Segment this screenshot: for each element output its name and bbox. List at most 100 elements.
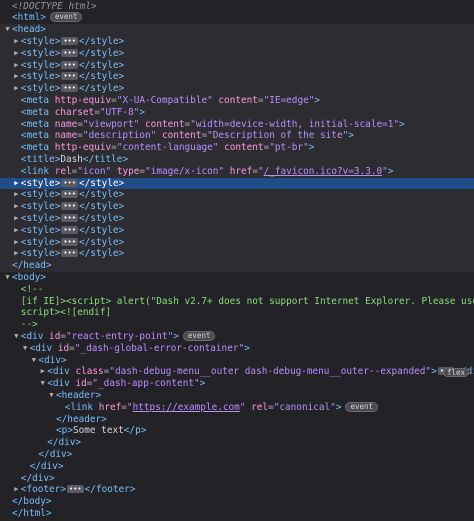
node-markup: <body> xyxy=(12,272,46,283)
node-markup: [if IE]><script> alert("Dash v2.7+ does … xyxy=(20,295,474,307)
markup-node[interactable]: ▼ <head> xyxy=(0,24,474,36)
markup-node[interactable]: [if IE]><script> alert("Dash v2.7+ does … xyxy=(0,296,474,308)
node-markup: <style> ••• </style> xyxy=(20,71,125,83)
markup-node[interactable]: <link href="https://example.com" rel="ca… xyxy=(0,401,474,414)
flex-badge[interactable]: flex xyxy=(443,368,470,378)
node-markup: <style> ••• </style> xyxy=(20,213,125,224)
node-markup: </head> xyxy=(12,260,52,272)
triangle-down-icon[interactable]: ▼ xyxy=(21,343,30,355)
markup-node[interactable]: ▶ <style> ••• </style> xyxy=(0,189,474,202)
markup-node[interactable]: </header> xyxy=(0,414,474,426)
node-markup: <head> xyxy=(12,24,46,36)
node-markup: <style> ••• </style> xyxy=(20,248,125,260)
triangle-right-icon[interactable]: ▶ xyxy=(12,237,21,249)
markup-node[interactable]: <title>Dash</title> xyxy=(0,154,474,166)
markup-node[interactable]: <meta name="viewport" content="width=dev… xyxy=(0,118,474,131)
node-markup: <style> ••• </style> xyxy=(20,83,125,95)
node-markup: <style> ••• </style> xyxy=(20,236,125,248)
triangle-right-icon[interactable]: ▶ xyxy=(12,71,21,83)
markup-node[interactable]: <html> event xyxy=(0,12,474,24)
node-markup: <link href="https://example.com" rel="ca… xyxy=(65,401,379,413)
node-markup: <html> event xyxy=(12,12,83,23)
markup-tree: <!DOCTYPE html> <html> event ▼ <head> ▶ <style… xyxy=(0,0,474,521)
triangle-right-icon[interactable]: ▶ xyxy=(12,36,21,48)
markup-node[interactable]: <!DOCTYPE html> xyxy=(0,1,474,13)
markup-node[interactable]: </head> xyxy=(0,260,474,272)
markup-node[interactable]: <p>Some text</p> xyxy=(0,425,474,437)
node-markup: script><![endif] xyxy=(20,307,112,319)
markup-node[interactable]: ▶ <style> ••• </style> xyxy=(0,59,474,72)
markup-node[interactable]: ▶ <div class="dash-debug-menu__outer dash… xyxy=(0,366,474,378)
triangle-down-icon[interactable]: ▼ xyxy=(3,272,12,284)
markup-node[interactable]: ▼ <body> xyxy=(0,272,474,284)
markup-node[interactable]: script><![endif] xyxy=(0,307,474,319)
triangle-right-icon[interactable]: ▶ xyxy=(12,48,21,60)
triangle-right-icon[interactable]: ▶ xyxy=(12,248,21,260)
node-markup: </body> xyxy=(12,496,52,508)
markup-node[interactable]: ▶ <style> ••• </style> xyxy=(0,224,474,237)
triangle-right-icon[interactable]: ▶ xyxy=(12,213,21,225)
node-markup: <style> ••• </style> xyxy=(20,189,125,201)
markup-node[interactable]: ▶ <style> ••• </style> xyxy=(0,47,474,60)
node-markup: <!DOCTYPE html> xyxy=(12,0,97,12)
node-markup: <meta name="description" content="Descri… xyxy=(20,130,354,142)
markup-node[interactable]: <meta http-equiv="X-UA-Compatible" conte… xyxy=(0,95,474,107)
triangle-right-icon[interactable]: ▶ xyxy=(12,60,21,72)
triangle-right-icon[interactable]: ▶ xyxy=(12,178,21,190)
node-markup: <style> ••• </style> xyxy=(20,201,125,213)
node-markup: <div> xyxy=(38,354,67,366)
markup-node[interactable]: ▶ <footer> ••• </footer> xyxy=(0,484,474,496)
markup-node[interactable]: ▶ <style> ••• </style> xyxy=(0,213,474,225)
node-markup: --> xyxy=(20,319,38,331)
triangle-right-icon[interactable]: ▶ xyxy=(12,484,21,496)
node-markup: <div class="dash-debug-menu__outer dash-… xyxy=(47,366,474,378)
node-markup: <link rel="icon" type="image/x-icon" hre… xyxy=(20,165,394,177)
markup-node[interactable]: ▶ <style> ••• </style> xyxy=(0,236,474,249)
markup-node[interactable]: ▶ <style> ••• </style> xyxy=(0,36,474,48)
markup-node[interactable]: <!-- xyxy=(0,284,474,296)
markup-node[interactable]: ▼ <div id="react-entry-point"> event xyxy=(0,331,474,343)
triangle-down-icon[interactable]: ▼ xyxy=(12,331,21,343)
node-markup: <div id="_dash-app-content"> xyxy=(47,378,206,390)
triangle-right-icon[interactable]: ▶ xyxy=(12,225,21,237)
node-markup: </header> xyxy=(56,413,107,425)
markup-node[interactable]: ▶ <style> ••• </style> xyxy=(0,248,474,261)
triangle-right-icon[interactable]: ▶ xyxy=(12,83,21,95)
markup-node[interactable]: </div> xyxy=(0,473,474,485)
triangle-down-icon[interactable]: ▼ xyxy=(38,378,47,390)
markup-node[interactable]: ▼ <div id="_dash-global-error-container"> xyxy=(0,343,474,355)
markup-node[interactable]: </div> xyxy=(0,461,474,473)
markup-node[interactable]: ▼ <div> xyxy=(0,355,474,367)
triangle-right-icon[interactable]: ▶ xyxy=(12,189,21,201)
markup-node[interactable]: ▶ <style> ••• </style> xyxy=(0,83,474,95)
triangle-down-icon[interactable]: ▼ xyxy=(3,24,12,36)
markup-node[interactable]: <link rel="icon" type="image/x-icon" hre… xyxy=(0,165,474,178)
markup-node[interactable]: ▶ <style> ••• </style> xyxy=(0,177,474,190)
event-badge[interactable]: event xyxy=(182,331,216,341)
node-markup: </div> xyxy=(38,449,73,460)
node-markup: <div id="_dash-global-error-container"> xyxy=(29,342,250,354)
markup-node[interactable]: </body> xyxy=(0,496,474,508)
event-badge[interactable]: event xyxy=(345,401,379,412)
node-markup: </html> xyxy=(12,508,52,519)
triangle-right-icon[interactable]: ▶ xyxy=(12,201,21,213)
node-markup: <style> ••• </style> xyxy=(20,224,125,236)
markup-node[interactable]: </div> xyxy=(0,437,474,449)
markup-node[interactable]: --> xyxy=(0,319,474,331)
markup-node[interactable]: ▶ <style> ••• </style> xyxy=(0,71,474,84)
triangle-down-icon[interactable]: ▼ xyxy=(47,390,56,402)
markup-node[interactable]: <meta name="description" content="Descri… xyxy=(0,130,474,143)
node-markup: <header> xyxy=(56,390,102,401)
markup-node[interactable]: </div> xyxy=(0,449,474,461)
event-badge[interactable]: event xyxy=(49,12,83,23)
triangle-right-icon[interactable]: ▶ xyxy=(38,366,47,378)
markup-node[interactable]: </html> xyxy=(0,508,474,520)
markup-node[interactable]: ▶ <style> ••• </style> xyxy=(0,201,474,213)
markup-node[interactable]: <meta http-equiv="content-language" cont… xyxy=(0,142,474,154)
node-markup: <div id="react-entry-point"> event xyxy=(21,331,216,342)
node-markup: </div> xyxy=(20,472,55,484)
markup-node[interactable]: ▼ <header> xyxy=(0,390,474,402)
markup-node[interactable]: <meta charset="UTF-8"> xyxy=(0,106,474,119)
markup-node[interactable]: ▼ <div id="_dash-app-content"> xyxy=(0,378,474,390)
node-markup: <meta charset="UTF-8"> xyxy=(20,106,146,118)
